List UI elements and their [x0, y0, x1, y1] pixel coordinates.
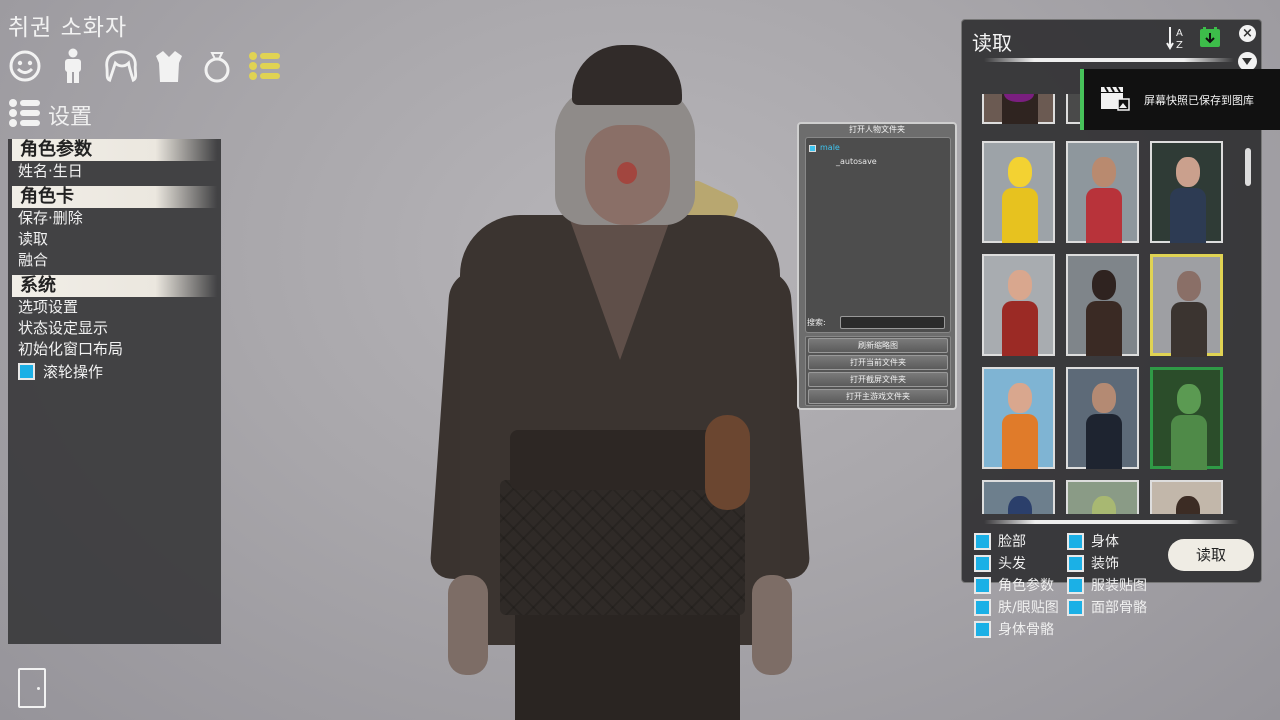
checkbox[interactable] — [1067, 598, 1084, 616]
character-card[interactable] — [1150, 367, 1223, 470]
character-card[interactable] — [1150, 141, 1223, 243]
menu-item-reset-layout[interactable]: 初始化窗口布局 — [8, 339, 221, 360]
body-figure-icon[interactable] — [56, 48, 90, 84]
checkbox[interactable] — [974, 620, 991, 638]
exit-door-icon[interactable] — [18, 668, 46, 708]
robe-collar — [570, 220, 670, 360]
character-card[interactable] — [1066, 367, 1139, 469]
character-card-grid — [980, 94, 1228, 514]
character-card[interactable] — [982, 254, 1055, 356]
checkbox[interactable] — [1067, 554, 1084, 572]
section-header-character-params: 角色参数 — [12, 139, 217, 161]
option-skin-eye-texture[interactable]: 肤/眼贴图 — [974, 597, 1059, 617]
option-body[interactable]: 身体 — [1067, 531, 1119, 551]
option-accessory[interactable]: 装饰 — [1067, 553, 1119, 573]
option-body-bones[interactable]: 身体骨骼 — [974, 619, 1054, 639]
svg-text:A: A — [1176, 28, 1183, 39]
character-card[interactable] — [982, 480, 1055, 514]
character-card[interactable] — [982, 94, 1055, 124]
smiley-face-icon[interactable] — [8, 48, 42, 84]
hair-icon[interactable] — [104, 48, 138, 84]
search-label: 搜索: — [807, 318, 826, 327]
tree-item-autosave[interactable]: _autosave — [806, 155, 950, 169]
folder-dialog-title: 打开人物文件夹 — [849, 125, 905, 134]
section-header-character-card: 角色卡 — [12, 186, 217, 208]
menu-item-name-birthday[interactable]: 姓名·生日 — [8, 161, 221, 182]
character-card[interactable] — [982, 367, 1055, 469]
red-nose — [617, 162, 637, 184]
list-icon — [8, 96, 42, 134]
pants — [515, 615, 740, 720]
character-card[interactable] — [1150, 480, 1223, 514]
menu-item-status-display[interactable]: 状态设定显示 — [8, 318, 221, 339]
save-card-icon[interactable] — [1199, 26, 1221, 48]
folder-dialog: 打开人物文件夹 male _autosave 搜索: 刷新缩略图 打开当前文件夹… — [797, 122, 957, 410]
ring-icon[interactable] — [200, 48, 234, 84]
menu-item-merge[interactable]: 融合 — [8, 250, 221, 271]
checkbox[interactable] — [974, 576, 991, 594]
wheel-operation-toggle[interactable]: 滚轮操作 — [8, 360, 221, 382]
character-card[interactable] — [1066, 254, 1139, 356]
search-input[interactable] — [839, 316, 945, 329]
sort-az-icon[interactable]: AZ — [1166, 25, 1188, 51]
load-button[interactable]: 读取 — [1168, 539, 1254, 571]
wheel-operation-label: 滚轮操作 — [43, 362, 104, 381]
menu-item-options[interactable]: 选项设置 — [8, 297, 221, 318]
folder-tree: male _autosave — [805, 137, 951, 333]
open-game-folder-button[interactable]: 打开主游戏文件夹 — [808, 389, 948, 404]
list-icon[interactable] — [248, 48, 282, 84]
checkbox[interactable] — [974, 532, 991, 550]
checkbox[interactable] — [974, 554, 991, 572]
menu-item-load[interactable]: 读取 — [8, 229, 221, 250]
left-hand — [448, 575, 488, 675]
settings-menu: 角色参数 姓名·生日 角色卡 保存·删除 读取 融合 系统 选项设置 状态设定显… — [8, 139, 221, 644]
refresh-thumbnails-button[interactable]: 刷新缩略图 — [808, 338, 948, 353]
character-card[interactable] — [1066, 141, 1139, 243]
character-card-selected[interactable] — [1150, 254, 1223, 357]
gourd-prop — [705, 415, 750, 510]
screenshot-toast: 屏幕快照已保存到图库 — [1080, 69, 1280, 130]
folder-dialog-buttons: 刷新缩略图 打开当前文件夹 打开截屏文件夹 打开主游戏文件夹 — [805, 336, 951, 406]
clapperboard-icon — [1100, 85, 1130, 115]
option-character-params[interactable]: 角色参数 — [974, 575, 1054, 595]
hat — [572, 45, 682, 105]
open-screenshot-folder-button[interactable]: 打开截屏文件夹 — [808, 372, 948, 387]
category-toolbar — [8, 48, 282, 84]
wheel-operation-checkbox[interactable] — [18, 362, 35, 380]
shirt-icon[interactable] — [152, 48, 186, 84]
checkbox[interactable] — [1067, 576, 1084, 594]
character-name-title: 취권 소화자 — [8, 15, 128, 41]
option-face[interactable]: 脸部 — [974, 531, 1026, 551]
section-header-system: 系统 — [12, 275, 217, 297]
right-hand — [752, 575, 792, 675]
checkbox[interactable] — [1067, 532, 1084, 550]
divider — [984, 520, 1239, 524]
divider — [984, 58, 1234, 62]
folder-toggle-icon[interactable] — [809, 144, 816, 152]
character-card[interactable] — [982, 141, 1055, 243]
svg-text:Z: Z — [1176, 40, 1183, 51]
character-card[interactable] — [1066, 480, 1139, 514]
toast-message: 屏幕快照已保存到图库 — [1144, 93, 1254, 107]
load-panel-title: 读取 — [972, 31, 1012, 55]
open-current-folder-button[interactable]: 打开当前文件夹 — [808, 355, 948, 370]
settings-header: 设置 — [8, 96, 92, 134]
option-hair[interactable]: 头发 — [974, 553, 1026, 573]
settings-title: 设置 — [48, 105, 93, 130]
character-model — [429, 40, 811, 720]
menu-item-save-delete[interactable]: 保存·删除 — [8, 208, 221, 229]
checkbox[interactable] — [974, 598, 991, 616]
close-icon[interactable]: × — [1239, 25, 1256, 42]
folder-search: 搜索: — [807, 316, 945, 329]
option-face-bones[interactable]: 面部骨骼 — [1067, 597, 1147, 617]
tree-item-male[interactable]: male — [806, 141, 950, 155]
option-clothing-texture[interactable]: 服装贴图 — [1067, 575, 1147, 595]
grid-scrollbar[interactable] — [1245, 148, 1251, 186]
